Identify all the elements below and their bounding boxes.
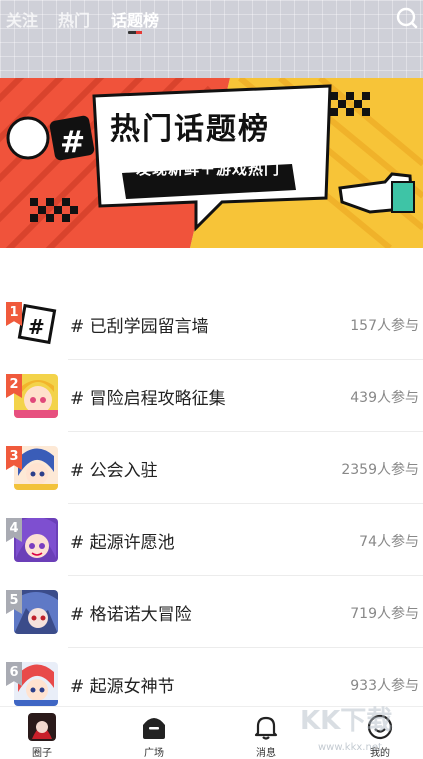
tab-following[interactable]: 关注 [6,7,38,31]
participant-count: 933人参与 [350,678,419,694]
nav-item-circle[interactable]: 圈子 [12,707,72,759]
bell-icon [252,713,280,741]
nav-label: 广场 [144,748,164,759]
watermark-logo: KK下载 [300,706,393,736]
topic-row[interactable]: # 1 # 已刮学园留言墙 157人参与 [0,288,423,360]
topic-ranking-banner[interactable]: # 热门话题榜 发现新鲜＋游戏热门 [0,78,423,248]
topic-row[interactable]: 5 # 格诺诺大冒险 719人参与 [0,576,423,648]
nav-label: 圈子 [32,748,52,759]
topic-row[interactable]: 3 # 公会入驻 2359人参与 [0,432,423,504]
circle-avatar-icon [28,713,56,741]
participant-count: 2359人参与 [341,462,419,478]
top-tab-bar: 关注 热门 话题榜 [0,0,423,40]
participant-count: 157人参与 [350,318,419,334]
nav-label: 消息 [256,748,276,759]
topic-title: # 已刮学园留言墙 [70,317,209,337]
topic-title: # 冒险启程攻略征集 [70,389,226,409]
nav-item-messages[interactable]: 消息 [236,707,296,759]
tab-topic-ranking[interactable]: 话题榜 [111,7,159,31]
topic-title: # 起源许愿池 [70,533,175,553]
topic-row[interactable]: 4 # 起源许愿池 74人参与 [0,504,423,576]
active-tab-indicator [128,31,142,34]
svg-text:#: # [60,125,85,160]
banner-subtitle: 发现新鲜＋游戏热门 [136,160,281,178]
participant-count: 719人参与 [350,606,419,622]
svg-text:#: # [28,315,45,339]
watermark-url: www.kkx.net [318,742,382,753]
banner-title: 热门话题榜 [110,112,270,147]
topic-title: # 公会入驻 [70,461,158,481]
topic-title: # 起源女神节 [70,677,175,697]
topic-row[interactable]: 2 # 冒险启程攻略征集 439人参与 [0,360,423,432]
tab-hot[interactable]: 热门 [58,7,90,31]
topic-title: # 格诺诺大冒险 [70,605,192,625]
search-button[interactable] [396,7,418,29]
nav-item-plaza[interactable]: 广场 [124,707,184,759]
plaza-icon [140,713,168,741]
participant-count: 74人参与 [359,534,419,550]
hero-area: 关注 热门 话题榜 # 热门话题榜 发现新鲜＋游戏热门 [0,0,423,248]
participant-count: 439人参与 [350,390,419,406]
search-icon [396,7,418,29]
